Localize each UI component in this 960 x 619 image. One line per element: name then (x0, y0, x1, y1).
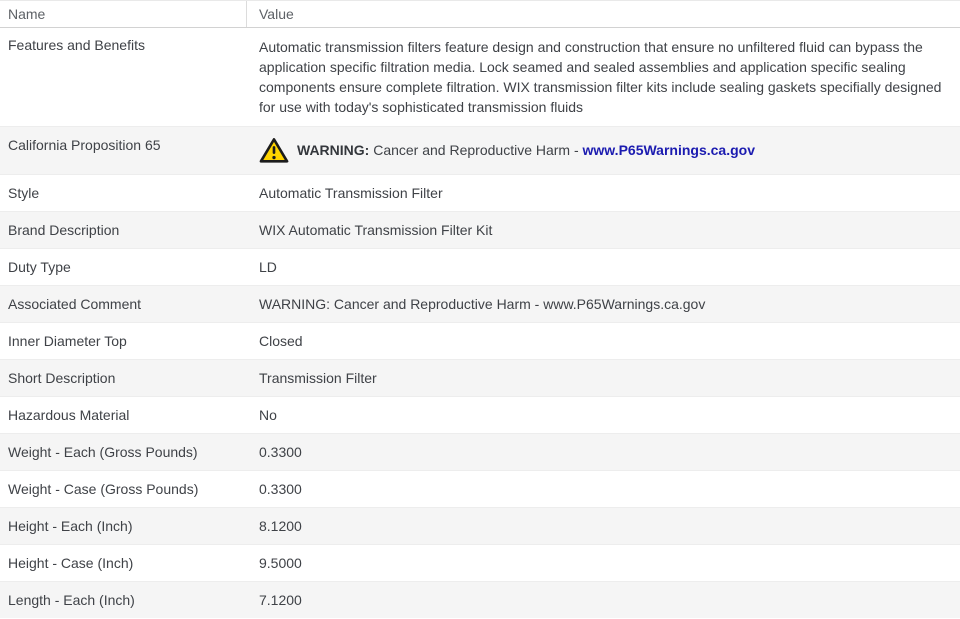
spec-value: Automatic Transmission Filter (259, 185, 443, 201)
spec-row-california-proposition-65: California Proposition 65 WARNING: Cance… (0, 126, 960, 174)
spec-row-short-description: Short Description Transmission Filter (0, 359, 960, 396)
spec-name: Style (8, 185, 40, 201)
warning-triangle-icon (259, 137, 289, 163)
spec-row-weight-each: Weight - Each (Gross Pounds) 0.3300 (0, 433, 960, 470)
spec-value: 9.5000 (259, 555, 302, 571)
spec-row-length-each: Length - Each (Inch) 7.1200 (0, 581, 960, 618)
spec-value: WARNING: Cancer and Reproductive Harm - … (259, 296, 706, 312)
spec-value: Automatic transmission filters feature d… (259, 39, 942, 115)
spec-row-hazardous-material: Hazardous Material No (0, 396, 960, 433)
spec-value: Closed (259, 333, 303, 349)
spec-row-weight-case: Weight - Case (Gross Pounds) 0.3300 (0, 470, 960, 507)
spec-name: Brand Description (8, 222, 120, 238)
spec-row-height-each: Height - Each (Inch) 8.1200 (0, 507, 960, 544)
spec-name: Weight - Case (Gross Pounds) (8, 481, 199, 497)
spec-name: California Proposition 65 (8, 137, 161, 153)
spec-value: 0.3300 (259, 444, 302, 460)
spec-value: 0.3300 (259, 481, 302, 497)
spec-value: Transmission Filter (259, 370, 377, 386)
column-header-name: Name (0, 1, 247, 27)
spec-value: WIX Automatic Transmission Filter Kit (259, 222, 493, 238)
spec-value: No (259, 407, 277, 423)
product-spec-table: Name Value Features and Benefits Automat… (0, 0, 960, 618)
prop65-warning-line: WARNING: Cancer and Reproductive Harm - … (259, 136, 952, 164)
warning-label: WARNING: (297, 141, 370, 158)
spec-name: Height - Each (Inch) (8, 518, 133, 534)
spec-value: 7.1200 (259, 592, 302, 608)
prop65-warning-text: WARNING: Cancer and Reproductive Harm - … (297, 141, 755, 158)
p65-warnings-link[interactable]: www.P65Warnings.ca.gov (583, 142, 755, 158)
spec-name: Height - Case (Inch) (8, 555, 134, 571)
spec-value: LD (259, 259, 277, 275)
spec-row-height-case: Height - Case (Inch) 9.5000 (0, 544, 960, 581)
spec-name: Duty Type (8, 259, 71, 275)
spec-name: Inner Diameter Top (8, 333, 127, 349)
spec-name: Length - Each (Inch) (8, 592, 135, 608)
spec-value: 8.1200 (259, 518, 302, 534)
spec-row-features-and-benefits: Features and Benefits Automatic transmis… (0, 28, 960, 126)
spec-name: Weight - Each (Gross Pounds) (8, 444, 198, 460)
spec-row-inner-diameter-top: Inner Diameter Top Closed (0, 322, 960, 359)
spec-name: Features and Benefits (8, 37, 145, 53)
spec-row-duty-type: Duty Type LD (0, 248, 960, 285)
spec-row-associated-comment: Associated Comment WARNING: Cancer and R… (0, 285, 960, 322)
spec-name: Short Description (8, 370, 116, 386)
spec-row-brand-description: Brand Description WIX Automatic Transmis… (0, 211, 960, 248)
spec-name: Associated Comment (8, 296, 142, 312)
table-header-row: Name Value (0, 0, 960, 28)
column-header-value: Value (259, 6, 294, 22)
spec-row-style: Style Automatic Transmission Filter (0, 174, 960, 211)
spec-name: Hazardous Material (8, 407, 130, 423)
